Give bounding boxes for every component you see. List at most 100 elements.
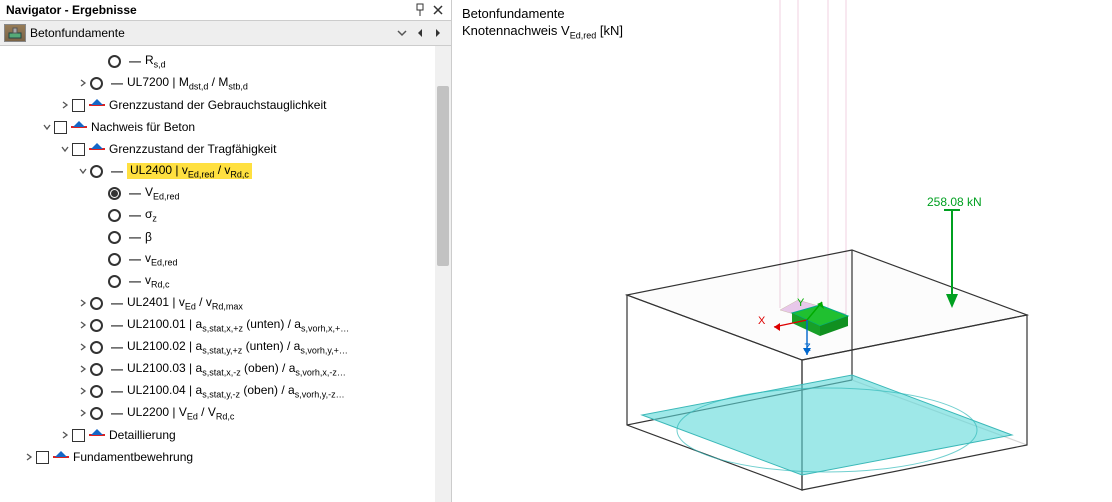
dash-icon: —	[111, 362, 123, 376]
tree-row[interactable]: — UL2100.03 | as,stat,x,-z (oben) / as,vo…	[4, 358, 435, 380]
navigator-panel: Navigator - Ergebnisse Betonfundamente —…	[0, 0, 452, 502]
tree-row[interactable]: —vRd,c	[4, 270, 435, 292]
nav-next-icon[interactable]	[429, 24, 447, 42]
checkbox[interactable]	[54, 121, 67, 134]
dash-icon: —	[129, 186, 141, 200]
chevron-right-icon[interactable]	[58, 431, 72, 439]
radio[interactable]	[90, 297, 103, 310]
radio[interactable]	[108, 275, 121, 288]
radio[interactable]	[108, 231, 121, 244]
tree-row[interactable]: — UL2100.02 | as,stat,y,+z (unten) / as,v…	[4, 336, 435, 358]
radio[interactable]	[90, 341, 103, 354]
tree-item-label: UL2100.01 | as,stat,x,+z (unten) / as,vo…	[127, 317, 349, 333]
chevron-down-icon[interactable]	[40, 123, 54, 131]
dash-icon: —	[111, 406, 123, 420]
tree-item-label: Fundamentbewehrung	[73, 450, 193, 464]
tree-row[interactable]: Nachweis für Beton	[4, 116, 435, 138]
tree-row[interactable]: —β	[4, 226, 435, 248]
nav-prev-icon[interactable]	[411, 24, 429, 42]
tree-row[interactable]: —vEd,red	[4, 248, 435, 270]
radio[interactable]	[108, 253, 121, 266]
dash-icon: —	[111, 296, 123, 310]
dash-icon: —	[111, 76, 123, 90]
flag-icon	[53, 451, 69, 463]
category-selector-label: Betonfundamente	[30, 26, 393, 40]
tree-row[interactable]: — σz	[4, 204, 435, 226]
tree-row[interactable]: — UL7200 | Mdst,d / Mstb,d	[4, 72, 435, 94]
close-icon[interactable]	[431, 3, 445, 17]
checkbox[interactable]	[36, 451, 49, 464]
chevron-right-icon[interactable]	[76, 321, 90, 329]
flag-icon	[89, 99, 105, 111]
dash-icon: —	[111, 164, 123, 178]
tree-row[interactable]: Grenzzustand der Tragfähigkeit	[4, 138, 435, 160]
tree-item-label: σz	[145, 207, 157, 223]
tree-row[interactable]: Fundamentbewehrung	[4, 446, 435, 468]
radio[interactable]	[90, 407, 103, 420]
dash-icon: —	[129, 252, 141, 266]
chevron-down-icon[interactable]	[58, 145, 72, 153]
chevron-right-icon[interactable]	[76, 79, 90, 87]
tree-row[interactable]: — UL2200 | VEd / VRd,c	[4, 402, 435, 424]
radio[interactable]	[90, 165, 103, 178]
axis-x-label: X	[758, 315, 765, 327]
foundation-icon	[4, 24, 26, 42]
chevron-right-icon[interactable]	[76, 409, 90, 417]
tree-item-label: UL2100.03 | as,stat,x,-z (oben) / as,vor…	[127, 361, 346, 377]
chevron-right-icon[interactable]	[58, 101, 72, 109]
chevron-down-icon[interactable]	[393, 24, 411, 42]
navigator-titlebar: Navigator - Ergebnisse	[0, 0, 451, 21]
axis-y-label: Y	[797, 297, 804, 309]
tree-row[interactable]: —UL2100.04 | as,stat,y,-z (oben) / as,vo…	[4, 380, 435, 402]
radio[interactable]	[108, 187, 121, 200]
tree-item-label: UL2100.02 | as,stat,y,+z (unten) / as,vo…	[127, 339, 348, 355]
tree-row[interactable]: —Rs,d	[4, 50, 435, 72]
navigator-title-text: Navigator - Ergebnisse	[6, 3, 409, 17]
dash-icon: —	[111, 384, 123, 398]
tree-row[interactable]: Detaillierung	[4, 424, 435, 446]
tree-item-label: Detaillierung	[109, 428, 176, 442]
pin-icon[interactable]	[413, 3, 427, 17]
tree-wrap: —Rs,d—UL7200 | Mdst,d / Mstb,dGrenzzusta…	[0, 46, 451, 502]
flag-icon	[89, 143, 105, 155]
tree-item-label: Grenzzustand der Tragfähigkeit	[109, 142, 276, 156]
chevron-right-icon[interactable]	[76, 365, 90, 373]
dash-icon: —	[129, 54, 141, 68]
tree-row[interactable]: —UL2400 | vEd,red / vRd,c	[4, 160, 435, 182]
load-value-label: 258.08 kN	[927, 195, 982, 209]
tree-item-label: vRd,c	[145, 273, 170, 289]
chevron-right-icon[interactable]	[76, 299, 90, 307]
category-selector[interactable]: Betonfundamente	[0, 21, 451, 46]
tree-scrollbar[interactable]	[435, 46, 451, 502]
radio[interactable]	[90, 319, 103, 332]
radio[interactable]	[108, 55, 121, 68]
result-tree[interactable]: —Rs,d—UL7200 | Mdst,d / Mstb,dGrenzzusta…	[0, 46, 435, 502]
tree-item-label: UL2200 | VEd / VRd,c	[127, 405, 234, 421]
tree-item-label: Grenzzustand der Gebrauchstauglichkeit	[109, 98, 326, 112]
dash-icon: —	[129, 208, 141, 222]
radio[interactable]	[90, 77, 103, 90]
tree-item-label: β	[145, 230, 152, 244]
checkbox[interactable]	[72, 143, 85, 156]
tree-row[interactable]: — UL2100.01 | as,stat,x,+z (unten) / as,v…	[4, 314, 435, 336]
scroll-thumb[interactable]	[437, 86, 449, 266]
checkbox[interactable]	[72, 99, 85, 112]
dash-icon: —	[111, 318, 123, 332]
dash-icon: —	[111, 340, 123, 354]
tree-row[interactable]: Grenzzustand der Gebrauchstauglichkeit	[4, 94, 435, 116]
chevron-right-icon[interactable]	[22, 453, 36, 461]
tree-row[interactable]: —UL2401 | vEd / vRd,max	[4, 292, 435, 314]
scene-svg	[452, 0, 1112, 502]
radio[interactable]	[90, 363, 103, 376]
radio[interactable]	[90, 385, 103, 398]
chevron-down-icon[interactable]	[76, 167, 90, 175]
flag-icon	[89, 429, 105, 441]
chevron-right-icon[interactable]	[76, 343, 90, 351]
radio[interactable]	[108, 209, 121, 222]
axis-z-label: Z	[804, 342, 811, 354]
tree-item-label: UL7200 | Mdst,d / Mstb,d	[127, 75, 248, 91]
tree-row[interactable]: —VEd,red	[4, 182, 435, 204]
checkbox[interactable]	[72, 429, 85, 442]
viewport-3d[interactable]: Betonfundamente Knotennachweis VEd,red […	[452, 0, 1112, 502]
chevron-right-icon[interactable]	[76, 387, 90, 395]
